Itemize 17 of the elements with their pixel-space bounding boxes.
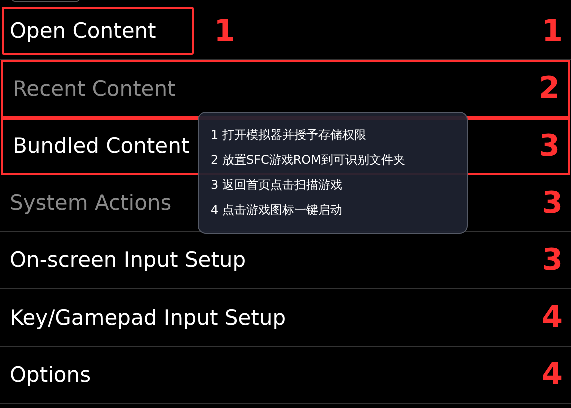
tooltip-line: 3 返回首页点击扫描游戏 (211, 177, 344, 194)
step-number: 1 (542, 14, 563, 49)
tooltip-line: 1 打开模拟器并授予存储权限 (211, 127, 368, 144)
menu-item[interactable]: On-screen Input Setup (10, 248, 246, 272)
step-number: 4 (542, 300, 563, 336)
menu-item[interactable]: Bundled Content (13, 134, 190, 158)
menu-item[interactable]: Key/Gamepad Input Setup (10, 306, 286, 330)
step-number: 3 (542, 186, 563, 221)
tooltip-line: 2 放置SFC游戏ROM到可识别文件夹 (211, 152, 406, 169)
tooltip-line: 4 点击游戏图标一键启动 (211, 202, 344, 219)
step-number: 2 (539, 71, 560, 106)
step-number: 3 (542, 242, 563, 278)
step-number: 1 (214, 14, 236, 49)
step-number: 3 (539, 128, 560, 164)
step-number: 4 (542, 357, 563, 392)
menu-item[interactable]: Options (10, 362, 92, 387)
menu-item[interactable]: Open Content (2, 7, 194, 56)
